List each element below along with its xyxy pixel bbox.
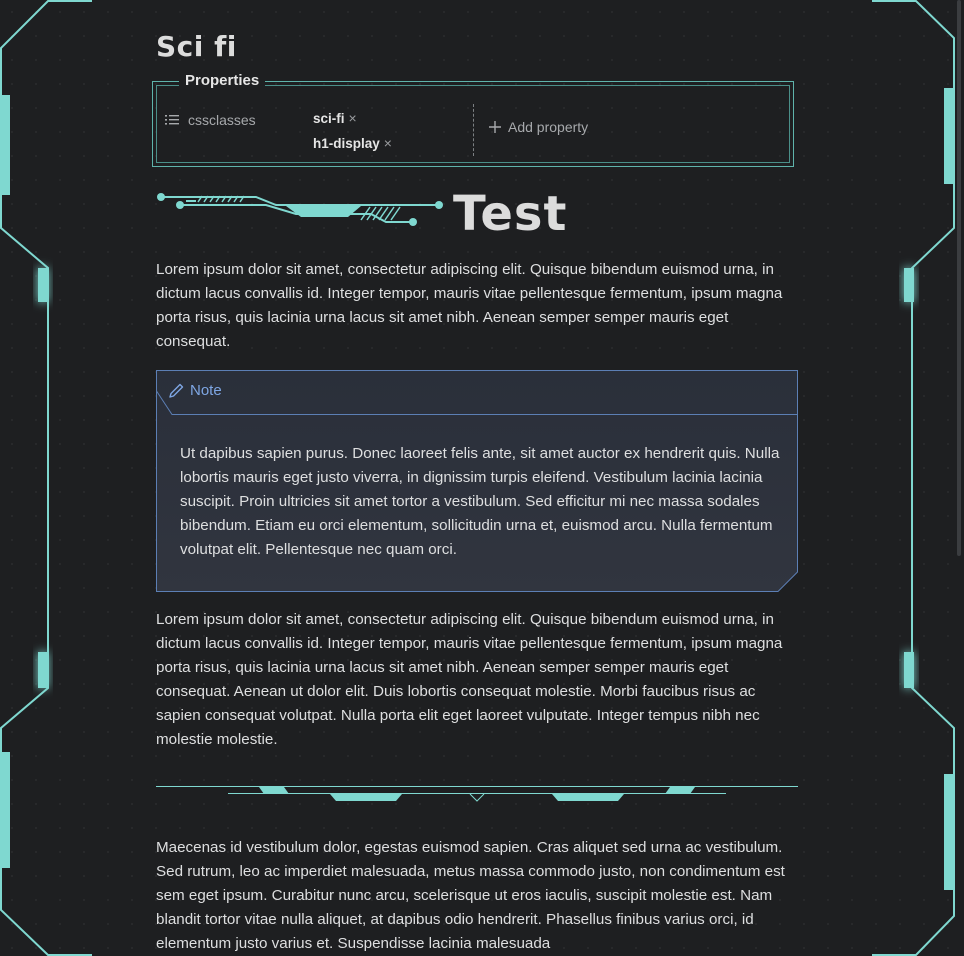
note-callout[interactable]: Note Ut dapibus sapien purus. Donec laor… [156, 370, 798, 592]
property-tag-sci-fi[interactable]: sci-fi × [313, 110, 392, 126]
callout-title-label: Note [190, 382, 222, 399]
add-property-label: Add property [508, 119, 589, 135]
property-key-cssclasses[interactable]: cssclasses [165, 112, 256, 128]
pencil-icon [169, 383, 184, 398]
remove-tag-icon[interactable]: × [384, 135, 392, 151]
properties-panel: Properties cssclasses sci-fi × h1-displa… [152, 72, 794, 167]
property-key-label: cssclasses [188, 112, 256, 128]
circuit-heading-decoration [157, 193, 443, 226]
heading-test[interactable]: Test [453, 186, 567, 242]
callout-body[interactable]: Ut dapibus sapien purus. Donec laoreet f… [180, 442, 786, 562]
properties-heading[interactable]: Properties [179, 72, 266, 89]
tag-label: sci-fi [313, 110, 345, 126]
properties-divider [473, 104, 474, 156]
tag-label: h1-display [313, 135, 380, 151]
vertical-scrollbar[interactable] [957, 0, 961, 556]
callout-title[interactable]: Note [168, 382, 222, 399]
paragraph-1[interactable]: Lorem ipsum dolor sit amet, consectetur … [156, 258, 796, 354]
horizontal-rule-decoration [156, 786, 798, 802]
paragraph-2[interactable]: Lorem ipsum dolor sit amet, consectetur … [156, 608, 796, 752]
list-icon [165, 115, 179, 125]
add-property-button[interactable]: Add property [488, 119, 588, 135]
property-values: sci-fi × h1-display × [313, 110, 392, 160]
note-title[interactable]: Sci fi [156, 30, 237, 63]
plus-icon [489, 121, 501, 133]
remove-tag-icon[interactable]: × [349, 110, 357, 126]
paragraph-3[interactable]: Maecenas id vestibulum dolor, egestas eu… [156, 836, 796, 956]
property-tag-h1-display[interactable]: h1-display × [313, 135, 392, 151]
